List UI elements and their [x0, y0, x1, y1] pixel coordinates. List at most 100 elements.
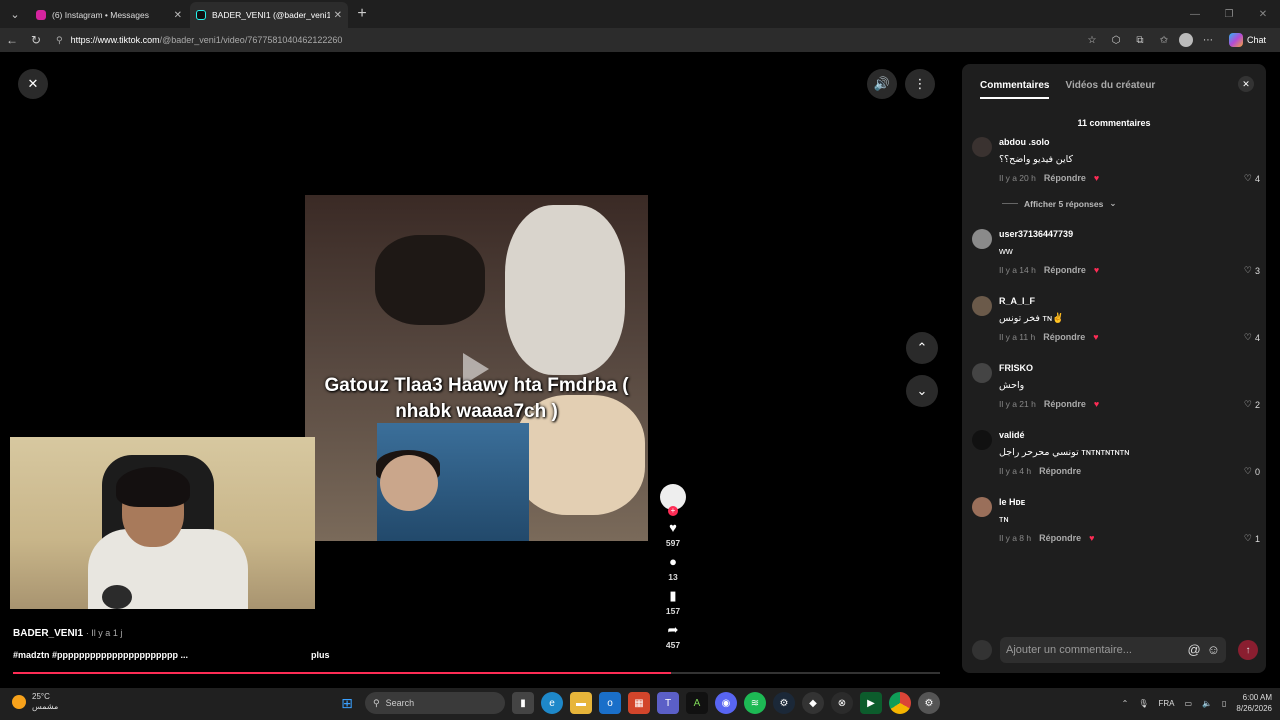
file-explorer-icon[interactable]: ▬ [570, 692, 592, 714]
comment-like-button[interactable]: ♡ 1 [1244, 533, 1260, 544]
volume-button[interactable]: 🔊 [867, 69, 897, 99]
comment-username[interactable]: abdou .solo [999, 137, 1050, 147]
close-video-button[interactable]: ✕ [18, 69, 48, 99]
show-replies-button[interactable]: Afficher 5 réponses ⌄ [1002, 198, 1117, 209]
divider [1002, 203, 1018, 204]
save-button[interactable]: ▮ 157 [655, 588, 691, 616]
office-icon[interactable]: ▦ [628, 692, 650, 714]
tab-tiktok[interactable]: BADER_VENI1 (@bader_veni1) | Ti ✕ [190, 2, 348, 28]
chat-label: Chat [1246, 35, 1266, 45]
comment-username[interactable]: validé [999, 430, 1025, 440]
url-input[interactable]: ⚲ https://www.tiktok.com/@bader_veni1/vi… [50, 30, 1090, 50]
creator-avatar[interactable]: + [660, 484, 686, 516]
battery-icon[interactable]: ▯ [1222, 699, 1226, 708]
new-tab-button[interactable]: + [350, 2, 374, 26]
chevron-up-icon[interactable]: ⌃ [1122, 699, 1129, 708]
share-button[interactable]: ➦ 457 [655, 622, 691, 650]
favorite-star-icon[interactable]: ☆ [1083, 31, 1101, 49]
windows-start-icon[interactable]: ⊞ [336, 692, 358, 714]
close-window-icon[interactable]: ✕ [1246, 0, 1280, 28]
network-icon[interactable]: ▭ [1184, 699, 1192, 708]
video-hashtags[interactable]: #madztn #pppppppppppppppppppppp ... [13, 650, 188, 660]
extensions-icon[interactable]: ⬡ [1107, 31, 1125, 49]
comment-input[interactable]: Ajouter un commentaire... @ ☺ [1000, 637, 1226, 663]
media-app-icon[interactable]: ▶ [860, 692, 882, 714]
split-screen-icon[interactable]: ⧉ [1131, 31, 1149, 49]
comment-like-button[interactable]: ♡ 4 [1244, 173, 1260, 184]
xbox-icon[interactable]: ⊗ [831, 692, 853, 714]
system-clock[interactable]: 6:00 AM 8/26/2026 [1236, 692, 1272, 714]
reply-button[interactable]: Répondre [1043, 332, 1085, 342]
comment-username[interactable]: FRISKO [999, 363, 1033, 373]
tab-close-icon[interactable]: ✕ [334, 10, 342, 21]
avatar[interactable] [972, 229, 992, 249]
comment-like-button[interactable]: ♡ 2 [1244, 399, 1260, 410]
reply-button[interactable]: Répondre [1039, 466, 1081, 476]
avatar[interactable] [972, 497, 992, 517]
weather-widget[interactable]: 25°C مشمس [12, 692, 58, 712]
favorites-icon[interactable]: ✩ [1155, 31, 1173, 49]
edge-icon[interactable]: e [541, 692, 563, 714]
settings-icon[interactable]: ⚙ [918, 692, 940, 714]
author-name[interactable]: BADER_VENI1 [13, 628, 83, 639]
language-indicator[interactable]: FRA [1158, 699, 1174, 708]
send-comment-button[interactable]: ↑ [1238, 640, 1258, 660]
tab-actions-menu-icon[interactable]: ⌄ [2, 1, 28, 27]
like-button[interactable]: ♥ 597 [655, 520, 691, 548]
previous-video-button[interactable]: ⌃ [906, 332, 938, 364]
comment-button[interactable]: ● 13 [655, 554, 691, 582]
chrome-icon[interactable] [889, 692, 911, 714]
comment-username[interactable]: user37136447739 [999, 229, 1073, 239]
comment-username[interactable]: le Hᴅᴇ [999, 497, 1025, 507]
maximize-icon[interactable]: ❐ [1212, 0, 1246, 28]
reply-button[interactable]: Répondre [1044, 265, 1086, 275]
panel-close-button[interactable]: ✕ [1238, 76, 1254, 92]
creator-liked-icon: ♥ [1093, 265, 1100, 275]
copilot-chat-button[interactable]: Chat [1223, 33, 1272, 47]
mention-icon[interactable]: @ [1188, 642, 1201, 657]
avatar[interactable] [972, 137, 992, 157]
avatar[interactable] [972, 363, 992, 383]
video-more-button[interactable]: ⋮ [905, 69, 935, 99]
reply-button[interactable]: Répondre [1039, 533, 1081, 543]
comment-username[interactable]: R_A_I_F [999, 296, 1035, 306]
reply-button[interactable]: Répondre [1044, 173, 1086, 183]
more-options-icon[interactable]: ⋯ [1199, 31, 1217, 49]
tab-instagram[interactable]: (6) Instagram • Messages ✕ [30, 2, 188, 28]
comment-meta: Il y a 21 h Répondre ♥ [999, 399, 1099, 409]
microphone-icon[interactable]: 🎙 [1138, 699, 1148, 708]
comment-like-button[interactable]: ♡ 4 [1244, 332, 1260, 343]
video-player[interactable]: Gatouz Tlaa3 Haawy hta Fmdrba ( nhabk wa… [305, 195, 648, 541]
comment-time: Il y a 8 h [999, 533, 1032, 543]
back-icon[interactable]: ← [0, 29, 24, 51]
spotify-icon[interactable]: ≋ [744, 692, 766, 714]
speaker-icon[interactable]: 🔈 [1202, 699, 1212, 708]
teams-icon[interactable]: T [657, 692, 679, 714]
taskbar-search[interactable]: ⚲ Search [365, 692, 505, 714]
discord-icon[interactable]: ◉ [715, 692, 737, 714]
video-progress-bar[interactable] [13, 672, 940, 674]
follow-plus-icon[interactable]: + [668, 506, 678, 516]
more-description-link[interactable]: plus [311, 650, 330, 660]
steam-icon[interactable]: ⚙ [773, 692, 795, 714]
game-launcher-icon[interactable]: ◆ [802, 692, 824, 714]
reply-button[interactable]: Répondre [1044, 399, 1086, 409]
app-a-icon[interactable]: A [686, 692, 708, 714]
site-info-icon[interactable]: ⚲ [56, 35, 63, 46]
comment-like-button[interactable]: ♡ 3 [1244, 265, 1260, 276]
task-view-icon[interactable]: ▮ [512, 692, 534, 714]
avatar[interactable] [972, 430, 992, 450]
minimize-icon[interactable]: — [1178, 0, 1212, 28]
comment-like-count: 2 [1254, 399, 1260, 410]
avatar[interactable] [972, 296, 992, 316]
comment-text: ᴛɴ [999, 514, 1009, 525]
profile-avatar[interactable] [1178, 33, 1193, 47]
tab-comments[interactable]: Commentaires [980, 80, 1050, 99]
emoji-icon[interactable]: ☺ [1207, 642, 1220, 657]
next-video-button[interactable]: ⌄ [906, 375, 938, 407]
outlook-icon[interactable]: o [599, 692, 621, 714]
tab-close-icon[interactable]: ✕ [174, 10, 182, 21]
tab-creator-videos[interactable]: Vidéos du créateur [1065, 80, 1155, 99]
refresh-icon[interactable]: ↻ [24, 29, 48, 51]
comment-like-button[interactable]: ♡ 0 [1244, 466, 1260, 477]
